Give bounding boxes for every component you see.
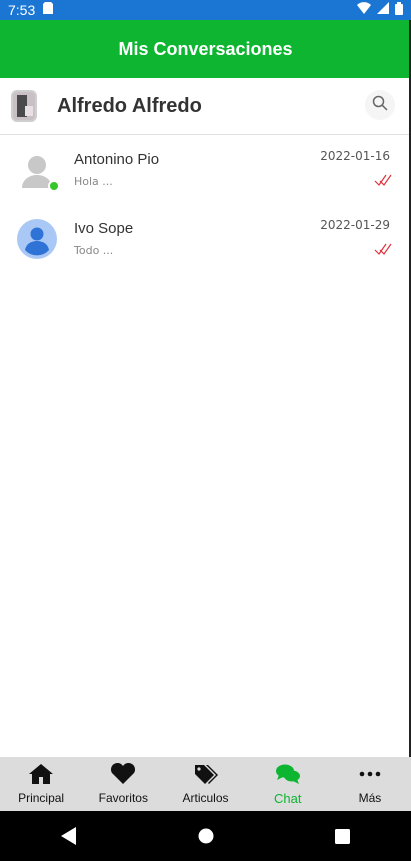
online-status-dot [48,180,60,192]
back-icon[interactable] [49,816,89,856]
nav-label: Favoritos [98,791,148,805]
tags-icon [193,763,219,788]
contact-name: Ivo Sope [74,220,134,237]
message-date: 2022-01-16 [320,149,390,163]
recents-icon[interactable] [323,816,363,856]
nav-item-articulos[interactable]: Articulos [164,757,246,811]
user-header: Alfredo Alfredo [0,78,411,135]
nav-label: Articulos [182,791,229,805]
nav-item-chat[interactable]: Chat [247,757,329,811]
user-avatar[interactable] [11,90,37,122]
signal-icon [377,2,389,18]
message-date: 2022-01-29 [320,218,390,232]
contact-avatar [17,219,57,259]
nav-label: Principal [18,791,65,805]
message-preview: Hola ... [74,175,113,188]
home-icon [28,763,54,788]
app-title: Mis Conversaciones [118,38,293,59]
nav-item-mas[interactable]: Más [329,757,411,811]
user-name: Alfredo Alfredo [57,94,202,117]
double-check-icon [374,172,392,191]
contact-avatar [17,150,60,192]
person-placeholder-icon [17,219,57,259]
nav-label: Más [358,791,382,805]
status-bar: 7:53 [0,0,411,20]
nav-label: Chat [273,790,302,806]
nav-item-favoritos[interactable]: Favoritos [82,757,164,811]
more-icon [357,763,383,788]
conversation-list: Antonino Pio Hola ... 2022-01-16 Ivo Sop… [0,140,411,278]
sd-card-icon [43,2,54,18]
conversation-item[interactable]: Ivo Sope Todo ... 2022-01-29 [0,209,411,278]
search-icon [372,95,388,115]
search-button[interactable] [365,90,395,120]
chat-icon [275,763,301,788]
heart-icon [110,762,136,788]
contact-name: Antonino Pio [74,151,160,168]
battery-icon [395,1,403,19]
home-circle-icon[interactable] [186,816,226,856]
status-time: 7:53 [8,2,36,18]
conversation-item[interactable]: Antonino Pio Hola ... 2022-01-16 [0,140,411,209]
bottom-navigation: Principal Favoritos Articulos Chat Más [0,757,411,811]
wifi-icon [357,2,371,18]
double-check-icon [374,241,392,260]
app-bar: Mis Conversaciones [0,20,411,78]
system-navigation-bar [0,811,411,861]
nav-item-principal[interactable]: Principal [0,757,82,811]
message-preview: Todo ... [74,244,114,257]
